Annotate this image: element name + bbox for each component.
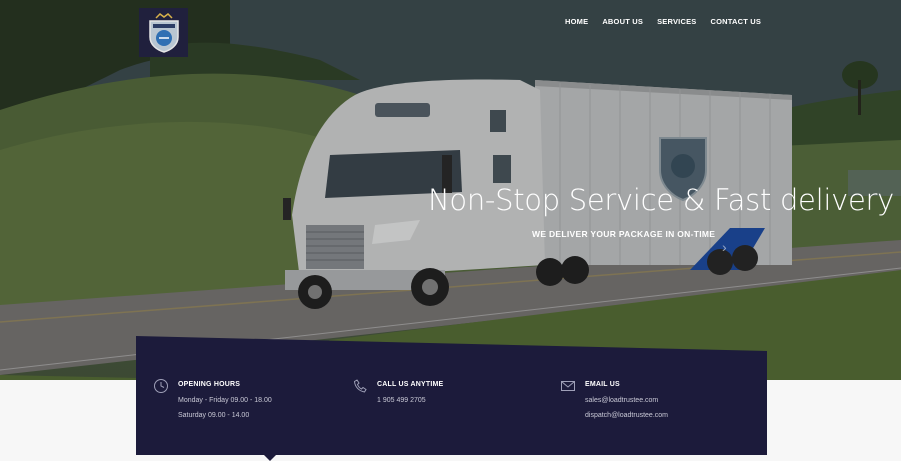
envelope-icon (561, 381, 575, 391)
landing-page: HOME ABOUT US SERVICES CONTACT US Non-St… (0, 0, 901, 461)
hero-banner: HOME ABOUT US SERVICES CONTACT US Non-St… (0, 0, 901, 380)
clock-icon (154, 379, 168, 393)
phone-icon (353, 379, 367, 393)
hero-subheadline: WE DELIVER YOUR PACKAGE IN ON-TIME (532, 229, 716, 239)
sales-email-link[interactable]: sales@loadtrustee.com (585, 397, 658, 404)
contact-info-bar (136, 336, 767, 455)
call-us-title: CALL US ANYTIME (377, 381, 444, 388)
brand-logo[interactable] (139, 8, 188, 57)
opening-hours-saturday: Saturday 09.00 - 14.00 (178, 412, 250, 419)
nav-services[interactable]: SERVICES (657, 17, 696, 26)
shield-logo-icon (148, 12, 179, 53)
phone-number[interactable]: 1 905 499 2705 (377, 397, 426, 404)
opening-hours-weekdays: Monday - Friday 09.00 - 18.00 (178, 397, 272, 404)
email-us-title: EMAIL US (585, 381, 620, 388)
chevron-right-icon[interactable]: › (722, 240, 727, 254)
dispatch-email-link[interactable]: dispatch@loadtrustee.com (585, 412, 668, 419)
main-navigation: HOME ABOUT US SERVICES CONTACT US (565, 17, 775, 26)
nav-home[interactable]: HOME (565, 17, 588, 26)
nav-about-us[interactable]: ABOUT US (602, 17, 643, 26)
opening-hours-title: OPENING HOURS (178, 381, 241, 388)
info-bar-pointer (263, 454, 277, 461)
hero-headline: Non-Stop Service & Fast delivery (428, 183, 894, 217)
nav-contact-us[interactable]: CONTACT US (711, 17, 762, 26)
